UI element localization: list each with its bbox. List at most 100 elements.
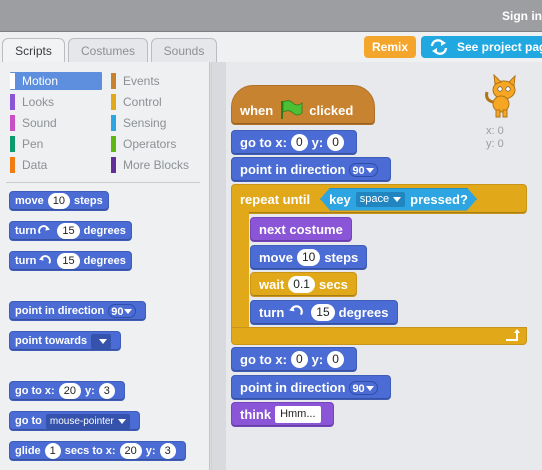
palette-turn-left-block[interactable]: turn 15 degrees bbox=[9, 251, 132, 271]
y-input[interactable]: 3 bbox=[98, 383, 115, 399]
block-label: steps bbox=[74, 195, 103, 207]
category-motion[interactable]: Motion bbox=[10, 72, 102, 90]
steps-input[interactable]: 10 bbox=[296, 249, 321, 266]
category-operators[interactable]: Operators bbox=[111, 135, 203, 153]
category-pen[interactable]: Pen bbox=[10, 135, 102, 153]
tab-sounds[interactable]: Sounds bbox=[151, 38, 217, 63]
block-label: when bbox=[240, 102, 274, 118]
category-list: Motion Looks Sound Pen Data Events Contr… bbox=[4, 67, 204, 185]
sprite-y-readout: y: 0 bbox=[486, 138, 504, 150]
y-input[interactable]: 0 bbox=[327, 134, 344, 151]
block-label: turn bbox=[15, 255, 37, 267]
rotate-left-icon bbox=[39, 254, 52, 264]
y-input[interactable]: 3 bbox=[159, 443, 176, 459]
block-label: clicked bbox=[309, 102, 354, 118]
x-input[interactable]: 0 bbox=[290, 351, 308, 368]
direction-dropdown[interactable]: 90 bbox=[108, 304, 137, 318]
secs-input[interactable]: 1 bbox=[44, 443, 61, 459]
swap-arrows-icon bbox=[430, 39, 448, 55]
degrees-input[interactable]: 15 bbox=[311, 304, 335, 321]
block-label: degrees bbox=[83, 225, 126, 237]
palette-point-towards-block[interactable]: point towards bbox=[9, 331, 122, 351]
block-label: turn bbox=[259, 305, 285, 320]
point-in-direction-block[interactable]: point in direction 90 bbox=[231, 375, 391, 400]
block-label: move bbox=[259, 250, 293, 265]
block-label: repeat until bbox=[240, 191, 311, 207]
key-pressed-block[interactable]: key space pressed? bbox=[320, 188, 477, 211]
palette-turn-right-block[interactable]: turn 15 degrees bbox=[9, 221, 132, 241]
category-control[interactable]: Control bbox=[111, 93, 203, 111]
palette-point-direction-block[interactable]: point in direction 90 bbox=[9, 301, 147, 321]
key-dropdown[interactable]: space bbox=[356, 192, 405, 207]
turn-left-block[interactable]: turn 15 degrees bbox=[250, 300, 398, 325]
sprite-cat-icon bbox=[485, 74, 516, 118]
see-project-page-button[interactable]: See project page bbox=[421, 36, 542, 58]
direction-dropdown[interactable]: 90 bbox=[349, 380, 378, 395]
category-looks[interactable]: Looks bbox=[10, 93, 102, 111]
think-text-input[interactable]: Hmm... bbox=[275, 406, 321, 423]
block-label: go to bbox=[15, 415, 42, 427]
x-input[interactable]: 20 bbox=[58, 383, 81, 399]
category-divider bbox=[6, 182, 200, 183]
when-flag-clicked-block[interactable]: when clicked bbox=[231, 85, 375, 125]
block-label: steps bbox=[324, 250, 359, 265]
block-label: go to x: bbox=[240, 352, 287, 367]
see-project-page-label: See project page bbox=[457, 40, 542, 54]
category-data[interactable]: Data bbox=[10, 156, 102, 174]
palette-glide-block[interactable]: glide 1 secs to x: 20 y: 3 bbox=[9, 441, 186, 461]
x-input[interactable]: 20 bbox=[119, 443, 142, 459]
category-events[interactable]: Events bbox=[111, 72, 203, 90]
category-sensing[interactable]: Sensing bbox=[111, 114, 203, 132]
palette-move-block[interactable]: move 10 steps bbox=[9, 191, 109, 211]
target-dropdown[interactable] bbox=[91, 333, 112, 349]
palette-goto-xy-block[interactable]: go to x: 20 y: 3 bbox=[9, 381, 125, 401]
block-label: y: bbox=[84, 385, 95, 397]
think-block[interactable]: think Hmm... bbox=[231, 402, 334, 427]
palette-goto-block[interactable]: go to mouse-pointer bbox=[9, 411, 140, 431]
wait-secs-block[interactable]: wait 0.1 secs bbox=[250, 272, 357, 297]
repeat-until-bottom bbox=[231, 327, 527, 345]
block-label: degrees bbox=[83, 255, 126, 267]
script-area-gutter bbox=[212, 62, 226, 470]
block-label: move bbox=[15, 195, 44, 207]
x-input[interactable]: 0 bbox=[290, 134, 308, 151]
next-costume-block[interactable]: next costume bbox=[250, 217, 352, 242]
block-label: turn bbox=[15, 225, 37, 237]
block-label: y: bbox=[311, 352, 324, 367]
block-label: point towards bbox=[15, 335, 88, 347]
move-steps-block[interactable]: move 10 steps bbox=[250, 245, 368, 270]
rotate-left-icon bbox=[289, 305, 304, 316]
go-to-xy-block[interactable]: go to x: 0 y: 0 bbox=[231, 130, 357, 155]
block-label: point in direction bbox=[240, 380, 346, 395]
block-label: y: bbox=[311, 135, 324, 150]
rotate-right-icon bbox=[38, 224, 51, 234]
loop-arrow-icon bbox=[506, 329, 520, 341]
point-in-direction-block[interactable]: point in direction 90 bbox=[231, 157, 391, 182]
sign-in-link[interactable]: Sign in bbox=[502, 9, 542, 23]
block-label: y: bbox=[145, 445, 156, 457]
block-label: secs bbox=[318, 277, 348, 292]
tab-costumes[interactable]: Costumes bbox=[68, 38, 148, 63]
category-sound[interactable]: Sound bbox=[10, 114, 102, 132]
degrees-input[interactable]: 15 bbox=[57, 223, 80, 239]
degrees-input[interactable]: 15 bbox=[57, 253, 80, 269]
go-to-xy-block[interactable]: go to x: 0 y: 0 bbox=[231, 347, 357, 372]
repeat-until-arm bbox=[231, 210, 249, 330]
block-label: go to x: bbox=[15, 385, 55, 397]
y-input[interactable]: 0 bbox=[327, 351, 344, 368]
green-flag-icon bbox=[281, 100, 303, 119]
secs-input[interactable]: 0.1 bbox=[288, 276, 315, 293]
sprite-x-readout: x: 0 bbox=[486, 125, 504, 137]
block-label: pressed? bbox=[410, 191, 468, 207]
goto-target-dropdown[interactable]: mouse-pointer bbox=[45, 413, 130, 429]
category-more-blocks[interactable]: More Blocks bbox=[111, 156, 203, 174]
steps-input[interactable]: 10 bbox=[47, 193, 70, 209]
block-label: go to x: bbox=[240, 135, 287, 150]
tab-scripts[interactable]: Scripts bbox=[2, 38, 65, 64]
block-label: key bbox=[329, 191, 351, 207]
remix-button[interactable]: Remix bbox=[364, 36, 416, 58]
direction-dropdown[interactable]: 90 bbox=[349, 162, 378, 177]
repeat-until-block[interactable]: repeat until key space pressed? bbox=[231, 184, 527, 214]
top-bar: Sign in bbox=[0, 0, 542, 32]
block-label: glide bbox=[15, 445, 41, 457]
